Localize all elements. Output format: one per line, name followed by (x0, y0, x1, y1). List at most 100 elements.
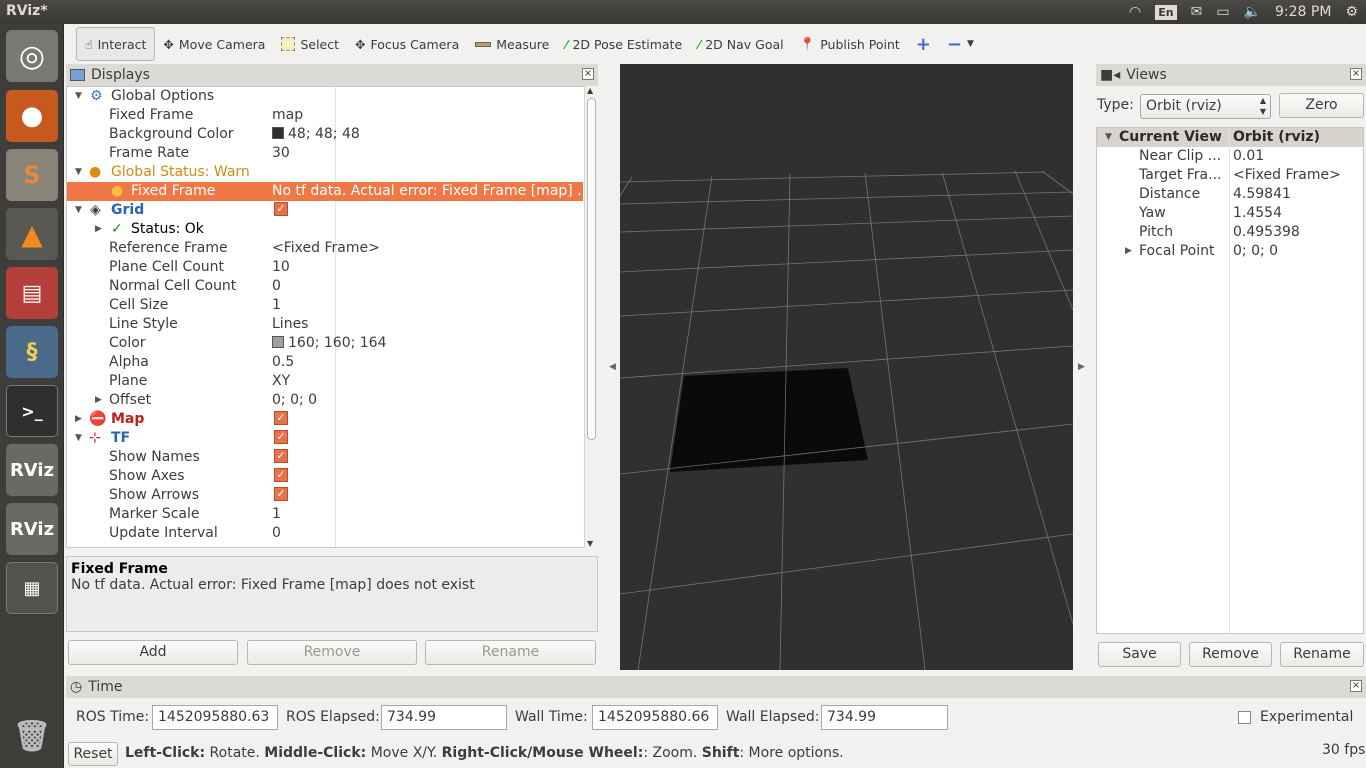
tree-row[interactable]: ▶ Offset 0; 0; 0 (67, 391, 583, 410)
view-prop-row[interactable]: ▶ Focal Point 0; 0; 0 (1097, 242, 1363, 261)
volume-icon[interactable]: 🔈 (1244, 4, 1261, 20)
view-prop-row[interactable]: Distance 4.59841 (1097, 185, 1363, 204)
show-axes-checkbox[interactable]: ✓ (274, 467, 288, 482)
gear-icon[interactable]: ⚙ (1345, 4, 1358, 20)
add-tool-button[interactable]: + (908, 27, 939, 61)
tree-row-warning-selected[interactable]: ● Fixed Frame No tf data. Actual error: Fi… (67, 182, 591, 201)
wall-elapsed-field[interactable]: 734.99 (821, 705, 948, 730)
close-icon[interactable]: × (1350, 680, 1362, 692)
current-view-header[interactable]: ▼ Current View Orbit (rviz) (1097, 128, 1363, 147)
expand-arrow-icon[interactable]: ▶ (95, 220, 102, 239)
close-icon[interactable]: × (582, 68, 594, 80)
measure-tool[interactable]: Measure (467, 27, 557, 61)
terminal-icon[interactable]: >_ (6, 385, 58, 437)
scroll-up-icon[interactable]: ▲ (587, 86, 593, 95)
tree-row[interactable]: ▶ ⛔ Map ✓ (67, 410, 583, 429)
files-icon[interactable]: ▤ (6, 267, 58, 319)
rviz-icon[interactable]: RViz (6, 444, 58, 496)
experimental-checkbox[interactable] (1238, 711, 1251, 724)
remove-view-button[interactable]: Remove (1189, 642, 1272, 667)
tree-row[interactable]: Show Names ✓ (67, 448, 583, 467)
remove-button[interactable]: Remove (247, 640, 417, 665)
checkmark-icon: ✓ (111, 221, 123, 237)
tree-row[interactable]: ▶ ✓ Status: Ok (67, 220, 583, 239)
expand-arrow-icon[interactable]: ▼ (75, 87, 82, 106)
move-camera-tool[interactable]: ✥ Move Camera (155, 27, 273, 61)
battery-icon[interactable]: ▭ (1216, 4, 1229, 20)
tree-row[interactable]: Line Style Lines (67, 315, 583, 334)
workspace-switcher-icon[interactable]: ▦ (6, 562, 58, 614)
render-viewport[interactable] (620, 64, 1073, 670)
tree-row[interactable]: Frame Rate 30 (67, 144, 583, 163)
rename-view-button[interactable]: Rename (1280, 642, 1364, 667)
save-view-button[interactable]: Save (1098, 642, 1181, 667)
wall-time-field[interactable]: 1452095880.66 (592, 705, 718, 730)
publish-point-tool[interactable]: 📍 Publish Point (792, 27, 908, 61)
mail-icon[interactable]: ✉ (1191, 4, 1203, 20)
select-tool[interactable]: Select (273, 27, 347, 61)
clock[interactable]: 9:28 PM (1275, 4, 1331, 20)
view-type-select[interactable]: Orbit (rviz) ▲ ▼ (1140, 94, 1271, 119)
ros-elapsed-field[interactable]: 734.99 (381, 705, 507, 730)
expand-arrow-icon[interactable]: ▶ (1125, 242, 1132, 261)
show-names-checkbox[interactable]: ✓ (274, 448, 288, 463)
vlc-icon[interactable]: ▲ (6, 208, 58, 260)
wifi-icon[interactable]: ◠ (1129, 4, 1141, 20)
pose-estimate-tool[interactable]: ⁄ 2D Pose Estimate (557, 27, 690, 61)
zero-button[interactable]: Zero (1279, 93, 1364, 118)
nav-goal-tool[interactable]: ⁄ 2D Nav Goal (690, 27, 792, 61)
map-enabled-checkbox[interactable]: ✓ (274, 410, 288, 425)
ros-time-field[interactable]: 1452095880.63 (152, 705, 278, 730)
close-icon[interactable]: × (1350, 68, 1362, 80)
expand-arrow-icon[interactable]: ▼ (75, 163, 82, 182)
tree-row[interactable]: ▼ ⊹ TF ✓ (67, 429, 583, 448)
tree-row[interactable]: ▼ ◈ Grid ✓ (67, 201, 583, 220)
ubuntu-icon[interactable]: ◎ (6, 30, 58, 82)
tf-enabled-checkbox[interactable]: ✓ (274, 429, 288, 444)
rename-button[interactable]: Rename (425, 640, 596, 665)
grid-enabled-checkbox[interactable]: ✓ (274, 201, 288, 216)
tree-row[interactable]: Normal Cell Count 0 (67, 277, 583, 296)
interact-tool[interactable]: ☝ Interact (76, 27, 156, 61)
tree-row[interactable]: Marker Scale 1 (67, 505, 583, 524)
tree-row[interactable]: Plane Cell Count 10 (67, 258, 583, 277)
tree-row[interactable]: Alpha 0.5 (67, 353, 583, 372)
grid-render[interactable] (620, 64, 1073, 670)
tree-row[interactable]: Reference Frame <Fixed Frame> (67, 239, 583, 258)
show-arrows-checkbox[interactable]: ✓ (274, 486, 288, 501)
tree-row[interactable]: Update Interval 0 (67, 524, 583, 543)
tree-row[interactable]: Plane XY (67, 372, 583, 391)
view-prop-row[interactable]: Near Clip ... 0.01 (1097, 147, 1363, 166)
tree-row[interactable]: Show Axes ✓ (67, 467, 583, 486)
expand-arrow-icon[interactable]: ▼ (75, 201, 82, 220)
add-button[interactable]: Add (68, 640, 238, 665)
collapse-left-icon[interactable]: ◀ (609, 362, 616, 372)
expand-arrow-icon[interactable]: ▶ (95, 391, 102, 410)
expand-arrow-icon[interactable]: ▼ (75, 429, 82, 448)
expand-arrow-icon[interactable]: ▼ (1105, 128, 1112, 147)
keyboard-layout[interactable]: En (1155, 4, 1177, 20)
focus-camera-tool[interactable]: ✥ Focus Camera (347, 27, 467, 61)
sublime-icon[interactable]: S (6, 149, 58, 201)
tree-row[interactable]: ▼ ⚙ Global Options (67, 87, 583, 106)
view-prop-row[interactable]: Yaw 1.4554 (1097, 204, 1363, 223)
view-prop-row[interactable]: Pitch 0.495398 (1097, 223, 1363, 242)
reset-button[interactable]: Reset (68, 742, 118, 766)
collapse-right-icon[interactable]: ▶ (1078, 362, 1085, 372)
remove-tool-button[interactable]: − ▼ (939, 27, 982, 61)
tree-row[interactable]: Color 160; 160; 164 (67, 334, 583, 353)
tree-row[interactable]: Fixed Frame map (67, 106, 583, 125)
python-icon[interactable]: § (6, 326, 58, 378)
view-prop-row[interactable]: Target Fra... <Fixed Frame> (1097, 166, 1363, 185)
expand-arrow-icon[interactable]: ▶ (75, 410, 82, 429)
tree-row[interactable]: ▼ ● Global Status: Warn (67, 163, 583, 182)
tree-row[interactable]: Background Color 48; 48; 48 (67, 125, 583, 144)
tree-row[interactable]: Cell Size 1 (67, 296, 583, 315)
firefox-icon[interactable]: ● (6, 90, 58, 142)
tree-row[interactable]: Show Arrows ✓ (67, 486, 583, 505)
scroll-down-icon[interactable]: ▼ (587, 539, 593, 548)
displays-scrollbar[interactable]: ▲ ▼ (584, 86, 598, 548)
rviz-icon-active[interactable]: RViz (6, 503, 58, 555)
trash-icon[interactable]: 🗑 (6, 710, 58, 762)
scrollbar-thumb[interactable] (587, 98, 596, 440)
